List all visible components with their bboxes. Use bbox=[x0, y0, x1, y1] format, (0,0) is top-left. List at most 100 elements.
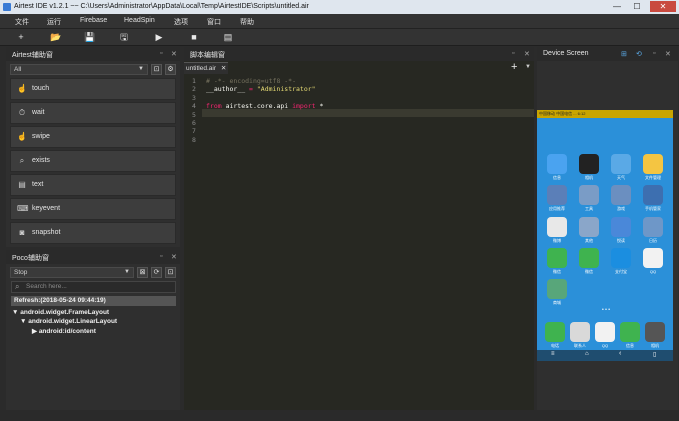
menu-help[interactable]: 帮助 bbox=[240, 17, 254, 27]
settings-icon[interactable]: ⚙ bbox=[165, 64, 176, 75]
line-number: 7 bbox=[192, 127, 196, 136]
script-editor-panel: 脚本编辑窗 ▫ ✕ untitled.air ✕ + ▼ 1 # -*- enco… bbox=[184, 47, 534, 410]
lock-icon[interactable]: ⊠ bbox=[137, 267, 148, 278]
app-icon[interactable] bbox=[547, 217, 567, 237]
close-icon[interactable]: ✕ bbox=[171, 253, 177, 261]
app-icon[interactable] bbox=[579, 217, 599, 237]
phone-screen[interactable]: 中国移动 中国电信 ... 6:12 • • • ≡ ⌂ ‹ ▯ 信息 相机 天气文… bbox=[537, 110, 673, 361]
app-icon[interactable] bbox=[579, 154, 599, 174]
airtest-panel-title: Airtest辅助窗 bbox=[12, 52, 53, 59]
close-icon[interactable]: ✕ bbox=[524, 50, 530, 58]
code-line: __author__ = "Administrator" bbox=[206, 85, 316, 93]
app-icon[interactable] bbox=[643, 248, 663, 268]
app-label: 微博 bbox=[553, 238, 561, 243]
dock-app-icon[interactable] bbox=[645, 322, 665, 342]
dock-app-icon[interactable] bbox=[570, 322, 590, 342]
chevron-down-icon[interactable]: ▼ bbox=[525, 64, 531, 70]
line-number: 4 bbox=[192, 102, 196, 111]
app-icon[interactable] bbox=[547, 185, 567, 205]
app-label: 微信 bbox=[553, 269, 561, 274]
record-icon[interactable]: ⊡ bbox=[165, 267, 176, 278]
app-icon[interactable] bbox=[643, 154, 663, 174]
expand-arrow-icon[interactable]: ▼ bbox=[20, 318, 26, 325]
save-as-icon[interactable]: 🖫 bbox=[118, 31, 130, 43]
code-area[interactable]: 1 # -*- encoding=utf8 -*- 2 __author__ = "A… bbox=[184, 75, 534, 410]
close-button[interactable]: ✕ bbox=[650, 1, 676, 12]
poco-panel-title: Poco辅助窗 bbox=[12, 255, 49, 262]
poco-mode-select[interactable]: Stop ▼ bbox=[10, 267, 134, 278]
new-script-icon[interactable]: + bbox=[15, 31, 27, 43]
close-icon[interactable]: ✕ bbox=[171, 50, 177, 58]
app-icon[interactable] bbox=[579, 248, 599, 268]
device-panel-header: Device Screen ⊞ ⟲ ▫ ✕ bbox=[537, 47, 678, 61]
search-input[interactable]: Search here... bbox=[11, 281, 176, 293]
minimize-button[interactable]: — bbox=[608, 1, 626, 12]
float-icon[interactable]: ▫ bbox=[160, 253, 162, 260]
api-text-button[interactable]: ▤ text bbox=[10, 174, 176, 196]
expand-arrow-icon[interactable]: ▼ bbox=[12, 309, 18, 316]
float-icon[interactable]: ▫ bbox=[653, 50, 655, 57]
stop-icon[interactable]: ■ bbox=[188, 31, 200, 43]
app-label: 微信 bbox=[585, 269, 593, 274]
tree-node-label: android:id/content bbox=[38, 328, 96, 335]
record-icon[interactable]: ⊡ bbox=[151, 64, 162, 75]
open-folder-icon[interactable]: 📂 bbox=[50, 31, 62, 43]
api-swipe-button[interactable]: ☝ swipe bbox=[10, 126, 176, 148]
app-icon[interactable] bbox=[611, 217, 631, 237]
keyboard-icon: ⌨ bbox=[17, 204, 29, 213]
tree-node[interactable]: ▼ android.widget.LinearLayout bbox=[20, 318, 117, 325]
menu-firebase[interactable]: Firebase bbox=[80, 17, 107, 24]
menu-window[interactable]: 窗口 bbox=[207, 17, 221, 27]
run-icon[interactable]: ▶ bbox=[153, 31, 165, 43]
api-label: exists bbox=[32, 157, 50, 164]
app-icon[interactable] bbox=[643, 185, 663, 205]
menu-icon[interactable]: ≡ bbox=[551, 351, 555, 357]
airtest-panel: Airtest辅助窗 ▫ ✕ All ▼ ⊡ ⚙ ☝ touch ⏱ wait … bbox=[6, 47, 180, 247]
app-icon[interactable] bbox=[579, 185, 599, 205]
dock-app-icon[interactable] bbox=[620, 322, 640, 342]
api-touch-button[interactable]: ☝ touch bbox=[10, 78, 176, 100]
collapse-arrow-icon[interactable]: ▶ bbox=[32, 328, 37, 335]
screenshot-icon[interactable]: ⊞ bbox=[621, 50, 627, 58]
tree-node[interactable]: ▼ android.widget.FrameLayout bbox=[12, 309, 109, 316]
app-icon[interactable] bbox=[547, 248, 567, 268]
api-label: swipe bbox=[32, 133, 50, 140]
app-icon[interactable] bbox=[611, 248, 631, 268]
app-icon[interactable] bbox=[547, 279, 567, 299]
app-label: 支付宝 bbox=[615, 269, 627, 274]
app-icon[interactable] bbox=[611, 185, 631, 205]
dock-app-icon[interactable] bbox=[545, 322, 565, 342]
float-icon[interactable]: ▫ bbox=[160, 50, 162, 57]
rotate-icon[interactable]: ⟲ bbox=[636, 50, 642, 58]
app-icon[interactable] bbox=[611, 154, 631, 174]
app-label: 商城 bbox=[553, 300, 561, 305]
refresh-icon[interactable]: ⟳ bbox=[151, 267, 162, 278]
api-filter-select[interactable]: All ▼ bbox=[10, 64, 148, 75]
tab-untitled[interactable]: untitled.air ✕ bbox=[184, 62, 228, 74]
tree-node[interactable]: ▶ android:id/content bbox=[32, 327, 96, 335]
dock-app-icon[interactable] bbox=[595, 322, 615, 342]
close-tab-icon[interactable]: ✕ bbox=[221, 65, 226, 72]
back-icon[interactable]: ‹ bbox=[619, 350, 621, 357]
menu-options[interactable]: 选项 bbox=[174, 17, 188, 27]
api-keyevent-button[interactable]: ⌨ keyevent bbox=[10, 198, 176, 220]
app-icon[interactable] bbox=[547, 154, 567, 174]
float-icon[interactable]: ▫ bbox=[512, 50, 514, 57]
close-icon[interactable]: ✕ bbox=[665, 50, 671, 58]
recent-apps-icon[interactable]: ▯ bbox=[653, 351, 656, 358]
api-snapshot-button[interactable]: ◙ snapshot bbox=[10, 222, 176, 244]
home-icon[interactable]: ⌂ bbox=[585, 351, 589, 357]
api-label: keyevent bbox=[32, 205, 61, 212]
menu-run[interactable]: 运行 bbox=[47, 17, 61, 27]
api-exists-button[interactable]: ⌕ exists bbox=[10, 150, 176, 172]
add-tab-icon[interactable]: + bbox=[511, 61, 517, 73]
menu-headspin[interactable]: HeadSpin bbox=[124, 17, 155, 24]
code-token: = bbox=[245, 85, 257, 94]
app-icon[interactable] bbox=[643, 217, 663, 237]
save-icon[interactable]: 💾 bbox=[84, 31, 96, 43]
menu-file[interactable]: 文件 bbox=[15, 17, 29, 27]
report-icon[interactable]: ▤ bbox=[222, 31, 234, 43]
api-wait-button[interactable]: ⏱ wait bbox=[10, 102, 176, 124]
maximize-button[interactable]: ☐ bbox=[628, 1, 646, 12]
line-number: 1 bbox=[192, 77, 196, 85]
